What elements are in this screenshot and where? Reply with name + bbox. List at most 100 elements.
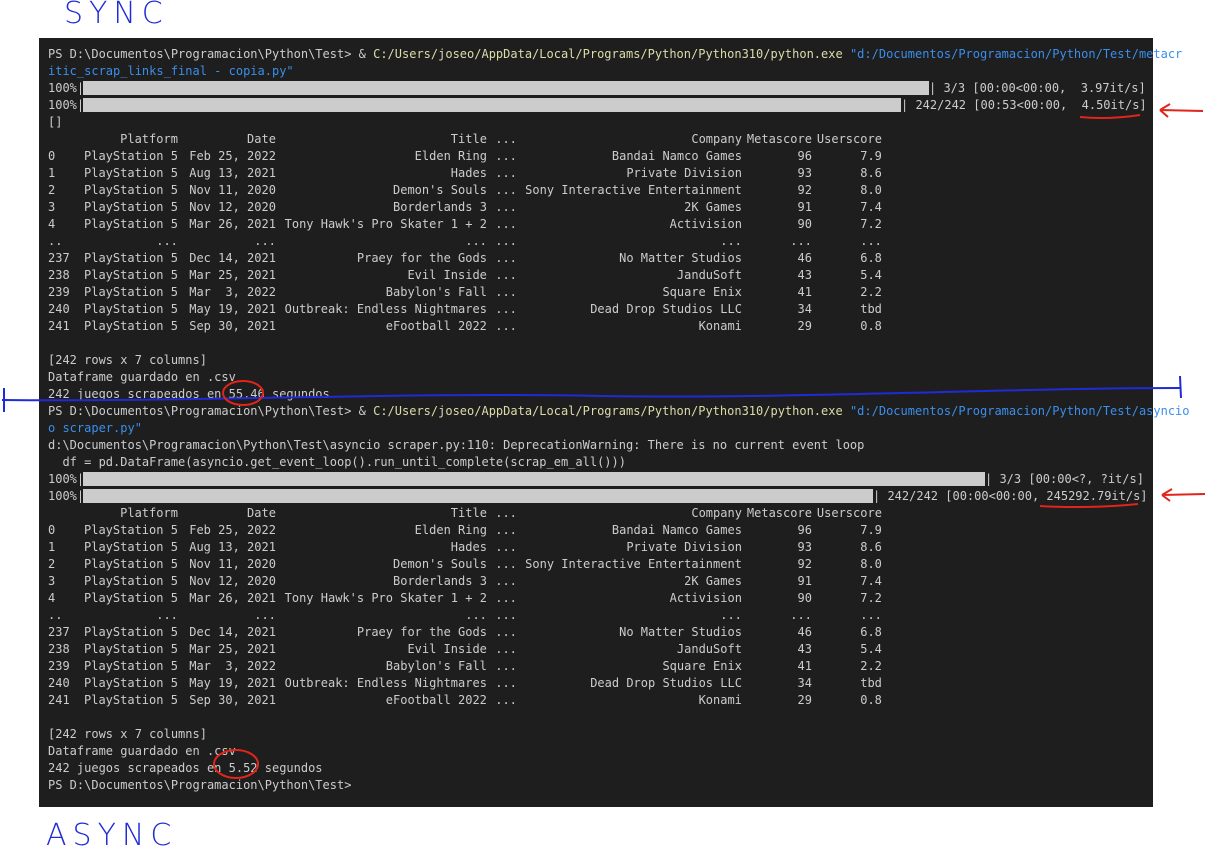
table-cell: May 19, 2021: [189, 302, 276, 316]
table-cell: 238: [48, 268, 70, 282]
table-cell: 91: [797, 200, 812, 214]
table-cell: Feb 25, 2022: [189, 523, 276, 537]
table-cell: PlayStation 5: [84, 166, 178, 180]
column-header: Title: [450, 506, 487, 520]
table-cell: Nov 11, 2020: [189, 557, 276, 571]
column-header: [48, 505, 84, 522]
prompt: PS D:\Documentos\Programacion\Python\Tes…: [48, 47, 374, 61]
table-cell: Private Division: [626, 166, 742, 180]
table-cell: ...: [860, 234, 882, 248]
column-header: Userscore: [816, 506, 882, 520]
table-cell: 3: [48, 200, 56, 214]
column-header: Company: [691, 132, 742, 146]
table-cell: Feb 25, 2022: [189, 149, 276, 163]
table-cell: 93: [797, 166, 812, 180]
table-cell: PlayStation 5: [84, 642, 178, 656]
terminal-panel[interactable]: PS D:\Documentos\Programacion\Python\Tes…: [39, 38, 1190, 807]
table-cell: Activision: [669, 591, 742, 605]
table-cell: Demon's Souls: [393, 557, 487, 571]
table-cell: Square Enix: [662, 659, 742, 673]
table-cell: tbd: [860, 676, 882, 690]
table-row: 3 PlayStation 5 Nov 12, 2020 Borderlands 3.…: [48, 199, 882, 216]
table-cell: ...: [495, 268, 517, 282]
table-cell: Sep 30, 2021: [189, 319, 276, 333]
table-cell: 90: [797, 591, 812, 605]
table-cell: PlayStation 5: [84, 693, 178, 707]
column-header: [48, 131, 84, 148]
table-cell: 34: [797, 302, 812, 316]
table-cell: ...: [156, 608, 178, 622]
python-path: C:/Users/joseo/AppData/Local/Programs/Py…: [373, 404, 843, 418]
table-cell: 2: [48, 183, 56, 197]
table-row: 2 PlayStation 5 Nov 11, 2020 Demon's Souls.…: [48, 556, 882, 573]
table-cell: 237: [48, 625, 70, 639]
table-cell: ...: [495, 217, 517, 231]
table-cell: ...: [860, 608, 882, 622]
table-cell: No Matter Studios: [619, 251, 742, 265]
table-cell: 239: [48, 659, 70, 673]
table-cell: ...: [720, 608, 742, 622]
table-cell: 91: [797, 574, 812, 588]
table-cell: 7.2: [860, 591, 882, 605]
table-cell: Dead Drop Studios LLC: [590, 302, 742, 316]
table-cell: PlayStation 5: [84, 676, 178, 690]
table-cell: PlayStation 5: [84, 540, 178, 554]
table-cell: Tony Hawk's Pro Skater 1 + 2: [284, 217, 487, 231]
table-row: 239 PlayStation 5 Mar 3, 2022 Babylon's Fal…: [48, 658, 882, 675]
table-header-row: Platform Date Title... Company Metascore User…: [48, 505, 882, 522]
table-cell: 2: [48, 557, 56, 571]
table-cell: 8.6: [860, 166, 882, 180]
dataframe-table: Platform Date Title... Company Metascore User…: [48, 131, 882, 335]
table-cell: Dec 14, 2021: [189, 625, 276, 639]
table-cell: JanduSoft: [676, 268, 742, 282]
table-cell: 8.6: [860, 540, 882, 554]
progress-percent: 100%|: [48, 472, 85, 486]
table-cell: 93: [797, 540, 812, 554]
table-cell: ...: [495, 166, 517, 180]
table-cell: 1: [48, 166, 56, 180]
table-cell: 4: [48, 591, 56, 605]
table-cell: 2K Games: [684, 574, 742, 588]
table-cell: 29: [797, 319, 812, 333]
table-cell: 41: [797, 285, 812, 299]
table-cell: PlayStation 5: [84, 625, 178, 639]
table-cell: PlayStation 5: [84, 200, 178, 214]
table-cell: 2.2: [860, 285, 882, 299]
table-cell: PlayStation 5: [84, 659, 178, 673]
progress-bar-fill: [83, 472, 985, 486]
table-cell: JanduSoft: [676, 642, 742, 656]
table-header-row: Platform Date Title... Company Metascore User…: [48, 131, 882, 148]
table-row: 237 PlayStation 5 Dec 14, 2021 Praey for th…: [48, 624, 882, 641]
table-cell: ...: [495, 608, 517, 622]
progress-stats: | 3/3 [00:00<?, ?it/s]: [985, 472, 1144, 486]
table-cell: Tony Hawk's Pro Skater 1 + 2: [284, 591, 487, 605]
table-cell: Activision: [669, 217, 742, 231]
table-cell: Dec 14, 2021: [189, 251, 276, 265]
progress-stats: | 3/3 [00:00<00:00, 3.97it/s]: [929, 81, 1146, 95]
table-cell: Hades: [450, 166, 487, 180]
table-cell: 237: [48, 251, 70, 265]
table-cell: 8.0: [860, 183, 882, 197]
progress-bar-fill: [83, 489, 873, 503]
table-cell: May 19, 2021: [189, 676, 276, 690]
table-cell: Evil Inside: [407, 642, 487, 656]
progress-bar-fill: [83, 98, 901, 112]
table-cell: Babylon's Fall: [385, 285, 487, 299]
table-row: 0 PlayStation 5 Feb 25, 2022 Elden Ring... B…: [48, 148, 882, 165]
column-header: Title: [450, 132, 487, 146]
table-cell: Elden Ring: [414, 523, 487, 537]
table-row: 241 PlayStation 5 Sep 30, 2021 eFootball 20…: [48, 318, 882, 335]
dataframe-table: Platform Date Title... Company Metascore User…: [48, 505, 882, 709]
script-path: "d:/Documentos/Programacion/Python/Test/…: [849, 404, 1190, 418]
table-cell: 6.8: [860, 625, 882, 639]
table-cell: 1: [48, 540, 56, 554]
column-header: Date: [247, 132, 276, 146]
table-cell: PlayStation 5: [84, 574, 178, 588]
table-row: 0 PlayStation 5 Feb 25, 2022 Elden Ring... B…: [48, 522, 882, 539]
column-header: Platform: [120, 132, 178, 146]
table-cell: 96: [797, 149, 812, 163]
warning-code-line: df = pd.DataFrame(asyncio.get_event_loop…: [48, 455, 626, 469]
table-cell: ...: [156, 234, 178, 248]
final-prompt[interactable]: PS D:\Documentos\Programacion\Python\Tes…: [48, 777, 351, 794]
table-cell: PlayStation 5: [84, 285, 178, 299]
